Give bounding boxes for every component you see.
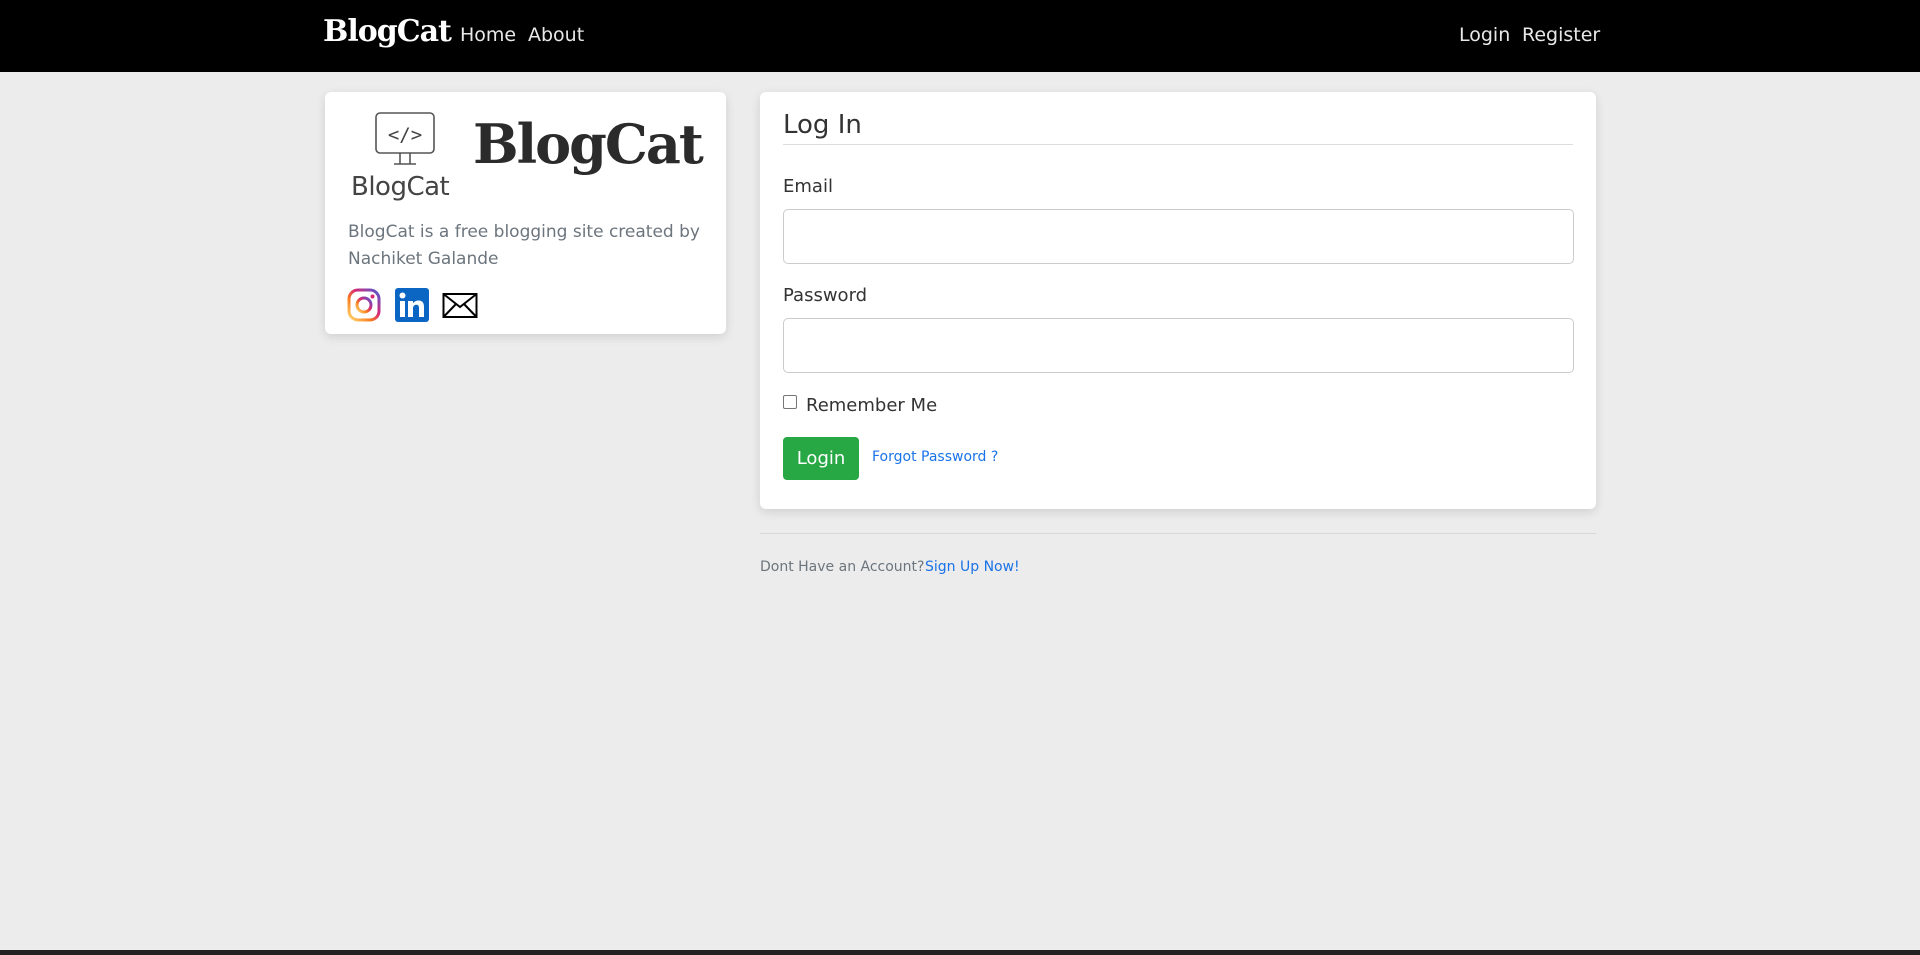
window-bottom-edge <box>0 950 1920 955</box>
top-navbar: BlogCat Home About Login Register <box>0 0 1920 72</box>
navbar-brand[interactable]: BlogCat <box>323 14 452 49</box>
site-title: BlogCat <box>473 112 704 176</box>
password-label: Password <box>783 285 868 306</box>
nav-register-link[interactable]: Register <box>1522 24 1600 46</box>
svg-text:</>: </> <box>388 124 422 146</box>
logo-caption: BlogCat <box>351 172 450 202</box>
nav-login-link[interactable]: Login <box>1459 24 1510 46</box>
site-description: BlogCat is a free blogging site created … <box>348 222 700 269</box>
mail-icon[interactable] <box>442 288 478 322</box>
nav-about-link[interactable]: About <box>528 24 584 46</box>
forgot-password-link[interactable]: Forgot Password ? <box>872 449 998 465</box>
login-card: Log In Email Password Remember Me Login … <box>760 92 1596 509</box>
instagram-icon[interactable] <box>347 288 381 322</box>
email-field[interactable] <box>783 209 1574 264</box>
about-card: </> BlogCat BlogCat BlogCat is a free bl… <box>325 92 726 334</box>
title-divider <box>783 144 1573 145</box>
no-account-text: Dont Have an Account? <box>760 559 925 575</box>
login-button[interactable]: Login <box>783 437 859 480</box>
sign-up-link[interactable]: Sign Up Now! <box>925 559 1020 575</box>
remember-me-checkbox[interactable] <box>783 395 797 409</box>
remember-me-label[interactable]: Remember Me <box>806 395 937 416</box>
email-label: Email <box>783 176 833 197</box>
linkedin-icon[interactable] <box>395 288 429 322</box>
footer-divider <box>760 533 1596 534</box>
nav-home-link[interactable]: Home <box>460 24 516 46</box>
password-field[interactable] <box>783 318 1574 373</box>
login-title: Log In <box>783 110 862 140</box>
